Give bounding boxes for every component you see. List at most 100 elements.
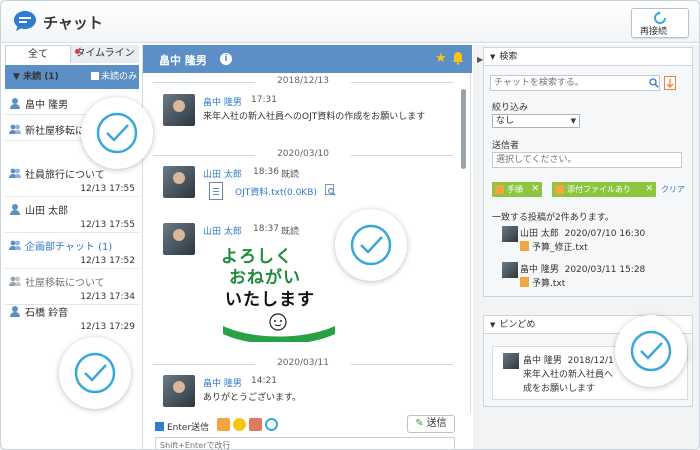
result-count: 一致する投稿が2件あります。 [492, 213, 614, 223]
unread-only-checkbox[interactable]: 未読のみ [91, 65, 137, 89]
room-time: 12/13 17:29 [80, 322, 135, 332]
group-icon [9, 168, 21, 178]
message-sender[interactable]: 山田 太郎 [203, 224, 242, 237]
clear-link[interactable]: クリア [661, 184, 685, 195]
room-name: 社員旅行について [25, 170, 105, 181]
emoji-icon[interactable] [233, 418, 246, 431]
collapse-arrow-icon: ▼ [13, 72, 24, 82]
filter-chip: 添付ファイルあり ✕ [552, 182, 656, 197]
result-sender: 畠中 隆男 [520, 265, 559, 275]
room-item[interactable]: 石橋 鈴音 12/13 17:29 [5, 299, 139, 335]
message-time: 17:31 [251, 95, 277, 105]
collapse-arrow-icon: ▼ [490, 53, 496, 61]
avatar[interactable] [163, 223, 195, 255]
group-icon [9, 124, 21, 134]
avatar[interactable] [163, 166, 195, 198]
room-name: 山田 太郎 [25, 206, 69, 217]
room-name: 企画部チャット (1) [25, 242, 113, 253]
info-icon[interactable]: i [220, 53, 232, 65]
sort-icon[interactable] [664, 76, 676, 90]
filter-chip: 手順 ✕ [492, 182, 542, 197]
stamp-icon[interactable] [249, 418, 262, 431]
chip-label: 手順 [507, 185, 523, 194]
room-time: 12/13 17:55 [80, 184, 135, 194]
tab-all[interactable]: 全て [5, 45, 71, 63]
chip-icon [555, 185, 564, 194]
room-item[interactable]: 企画部チャット (1) 12/13 17:52 [5, 233, 139, 269]
message: 畠中 隆男 14:21 ありがとうございます。 [163, 375, 463, 411]
result-file-name[interactable]: 予算.txt [532, 279, 565, 289]
room-time: 12/13 17:55 [80, 220, 135, 230]
chat-panel: 畠中 隆男 i ★ 2018/12/13 畠中 隆男 17:31 来年入社の新入… [142, 45, 472, 449]
tab-timeline-label: タイムライン [75, 48, 135, 59]
message-input[interactable] [155, 437, 455, 449]
search-result[interactable]: 山田 太郎 2020/07/10 16:30 予算_修正.txt [502, 226, 692, 256]
file-icon [520, 277, 529, 287]
date-separator: 2020/03/10 [153, 149, 453, 161]
avatar[interactable] [163, 375, 195, 407]
result-file-name[interactable]: 予算_修正.txt [532, 243, 588, 253]
read-status: 既読 [281, 227, 300, 237]
room-item[interactable]: 山田 太郎 12/13 17:55 [5, 197, 139, 233]
result-datetime: 2020/03/11 15:28 [564, 265, 646, 275]
chat-header: 畠中 隆男 i ★ [143, 45, 472, 73]
checkbox-icon [155, 422, 164, 431]
result-file: 予算.txt [520, 276, 565, 289]
send-button[interactable]: ✎ 送信 [407, 415, 455, 433]
pin-text: 成をお願いします [523, 384, 596, 394]
message-sender[interactable]: 山田 太郎 [203, 167, 242, 180]
filter-value: なし [496, 116, 515, 126]
read-status: 既読 [281, 170, 300, 180]
enter-send-checkbox[interactable]: Enter送信 [155, 420, 209, 433]
message: 山田 太郎 18:36 既読 OJT資料.txt(0.0KB) [163, 166, 463, 206]
collapse-arrow-icon: ▼ [490, 321, 496, 329]
message-composer: Enter送信 ✎ 送信 [143, 413, 472, 449]
date-separator: 2020/03/11 [153, 358, 453, 370]
file-icon [520, 241, 529, 251]
message-text: 来年入社の新入社員へのOJT資料の作成をお願いします [203, 112, 426, 122]
chip-label: 添付ファイルあり [567, 185, 631, 194]
unread-section-header[interactable]: ▼ 未読 (1) 未読のみ [5, 65, 139, 89]
reconnect-button[interactable]: 再接続 [631, 8, 689, 38]
message-time: 18:37 [253, 224, 279, 234]
sender-input[interactable] [492, 152, 682, 168]
avatar[interactable] [163, 94, 195, 126]
top-bar: チャット 再接続 [1, 1, 699, 43]
group-icon [9, 276, 21, 286]
message-sender[interactable]: 畠中 隆男 [203, 95, 242, 108]
star-icon[interactable]: ★ [435, 51, 447, 66]
tab-timeline[interactable]: タイムライン [71, 45, 139, 63]
message: 畠中 隆男 17:31 来年入社の新入社員へのOJT資料の作成をお願いします [163, 94, 463, 130]
chat-app-window: チャット 再接続 全て タイムライン ▼ 未読 (1) 未読のみ 畠中 隆男 新… [0, 0, 700, 450]
result-file: 予算_修正.txt [520, 240, 588, 253]
pins-header-label: ピンどめ [499, 320, 536, 330]
search-input[interactable] [490, 75, 660, 91]
filter-select[interactable]: なし ▼ [492, 114, 580, 128]
remove-chip-icon[interactable]: ✕ [531, 182, 539, 197]
checkbox-icon [91, 72, 99, 80]
mention-icon[interactable] [265, 418, 278, 431]
filter-label: 絞り込み [492, 103, 529, 113]
date-separator: 2018/12/13 [153, 76, 453, 88]
checkmark-callout-icon [335, 209, 407, 281]
room-tabs: 全て タイムライン [5, 45, 139, 63]
sticker-text: いたします [225, 290, 315, 310]
bell-icon[interactable] [452, 51, 464, 65]
file-preview-icon[interactable] [325, 184, 336, 196]
message-sender[interactable]: 畠中 隆男 [203, 376, 242, 389]
app-title: チャット [43, 14, 103, 32]
remove-chip-icon[interactable]: ✕ [645, 182, 653, 197]
chat-logo-icon [14, 11, 36, 31]
search-icon[interactable] [649, 78, 659, 88]
pin-text: 来年入社の新入社員へ [523, 370, 614, 380]
avatar [502, 262, 518, 278]
search-box: ▼検索 絞り込み なし ▼ 送信者 手順 ✕ 添付ファイルあり ✕ クリア [483, 47, 693, 297]
search-header[interactable]: ▼ 検索 [484, 48, 692, 66]
search-header-label: 検索 [499, 52, 518, 62]
pencil-icon: ✎ [415, 418, 424, 429]
avatar [503, 353, 519, 369]
file-link[interactable]: OJT資料.txt(0.0KB) [235, 185, 317, 198]
user-icon [10, 98, 20, 109]
search-result[interactable]: 畠中 隆男 2020/03/11 15:28 予算.txt [502, 262, 692, 292]
attach-file-icon[interactable] [217, 418, 230, 431]
